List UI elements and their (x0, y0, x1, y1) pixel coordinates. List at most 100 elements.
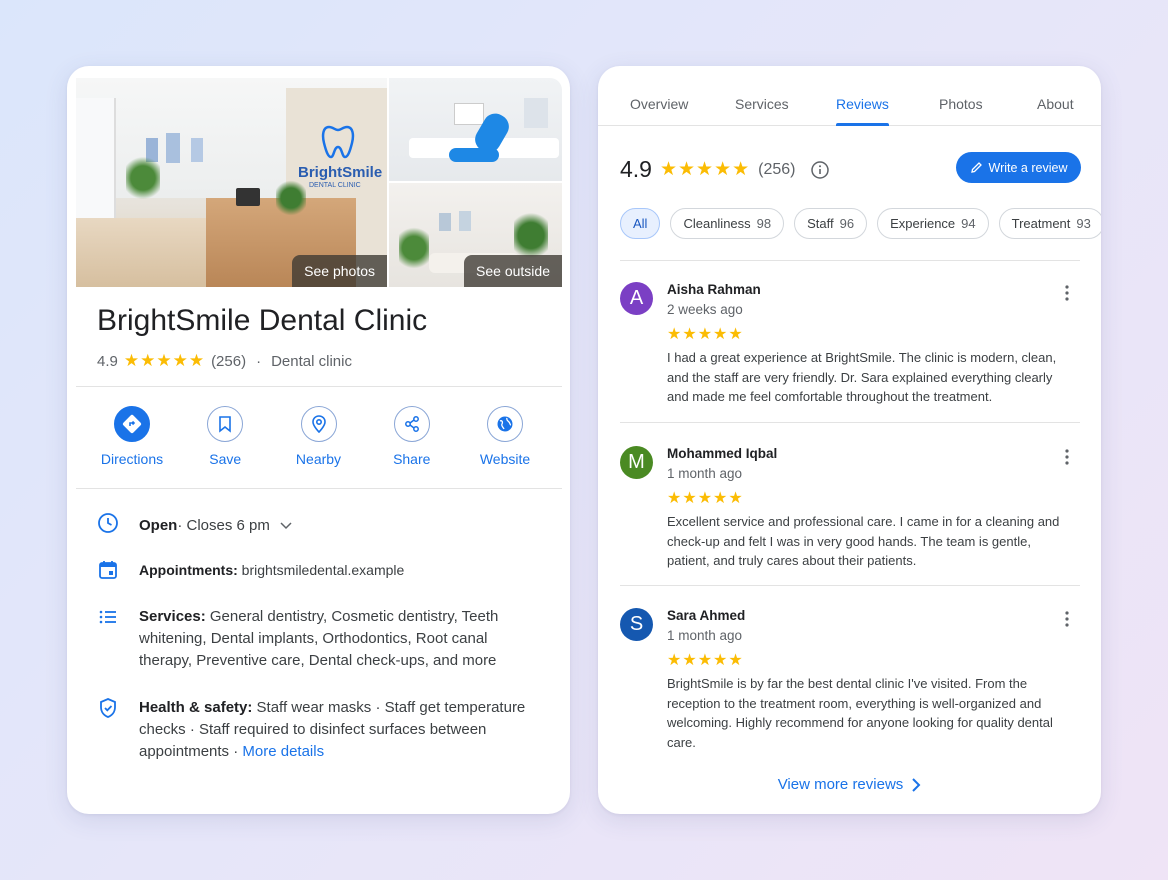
reviewer-name[interactable]: Mohammed Iqbal (667, 446, 777, 461)
review-text: Excellent service and professional care.… (667, 514, 1060, 568)
chip-label: Experience (890, 216, 956, 231)
calendar-icon (99, 561, 117, 579)
avatar[interactable]: M (620, 446, 653, 479)
review-count[interactable]: (256) (211, 353, 246, 370)
see-photos-button[interactable]: See photos (292, 255, 387, 287)
more-details-link[interactable]: More details (242, 743, 324, 760)
business-category[interactable]: Dental clinic (271, 353, 352, 370)
chip-label: All (633, 216, 648, 231)
website-label: Website (479, 451, 531, 467)
hours-row[interactable]: Open · Closes 6 pm (97, 512, 537, 539)
review-text: I had a great experience at BrightSmile.… (667, 350, 1057, 404)
tab-about[interactable]: About (1037, 96, 1074, 112)
chip-label: Staff (807, 216, 834, 231)
avatar[interactable]: A (620, 282, 653, 315)
nearby-button[interactable]: Nearby (274, 406, 364, 467)
reviews-count: (256) (758, 160, 796, 178)
chevron-down-icon[interactable] (280, 521, 292, 530)
chip-label: Cleanliness (683, 216, 751, 231)
reviewer-name[interactable]: Aisha Rahman (667, 282, 761, 297)
clock-icon (98, 513, 118, 533)
divider (76, 386, 562, 387)
chip-count: 98 (756, 216, 772, 231)
tooth-logo-icon (321, 125, 355, 159)
shield-check-icon (100, 698, 116, 718)
share-icon (404, 416, 419, 432)
review-stars: ★★★★★ (667, 490, 744, 507)
clinic-logo-subtext: DENTAL CLINIC (309, 182, 361, 189)
divider (620, 260, 1080, 261)
review-item: S Sara Ahmed 1 month ago ★★★★★ BrightSmi… (620, 608, 1080, 758)
separator: · (256, 352, 262, 370)
rating-value: 4.9 (97, 352, 118, 370)
review-stars: ★★★★★ (667, 326, 744, 343)
appointments-link[interactable]: brightsmiledental.example (238, 562, 405, 578)
chip-staff[interactable]: Staff 96 (794, 208, 868, 239)
reviews-summary: 4.9 ★★★★★ (256) (620, 156, 830, 183)
chip-count: 94 (961, 216, 976, 231)
chip-experience[interactable]: Experience 94 (877, 208, 989, 239)
pencil-icon (970, 162, 982, 173)
directions-button[interactable]: Directions (87, 406, 177, 467)
see-outside-button[interactable]: See outside (464, 255, 562, 287)
view-more-reviews-link[interactable]: View more reviews (598, 776, 1101, 793)
directions-icon (122, 414, 142, 434)
place-card: BrightSmile DENTAL CLINIC See photos See… (67, 66, 570, 814)
action-bar: Directions Save Nearby Share Website (87, 406, 550, 467)
divider (620, 422, 1080, 423)
tab-services[interactable]: Services (735, 96, 789, 112)
clinic-reception-photo[interactable]: BrightSmile DENTAL CLINIC See photos (76, 78, 387, 287)
treatment-room-photo[interactable] (389, 78, 562, 181)
write-review-label: Write a review (988, 160, 1068, 175)
health-safety-row: Health & safety: Staff wear masks · Staf… (97, 697, 537, 763)
write-review-button[interactable]: Write a review (956, 152, 1081, 183)
review-item: M Mohammed Iqbal 1 month ago ★★★★★ Excel… (620, 446, 1080, 586)
more-options-icon[interactable] (1060, 448, 1074, 466)
tab-reviews[interactable]: Reviews (836, 96, 889, 112)
review-time: 2 weeks ago (667, 302, 743, 317)
review-stars: ★★★★★ (667, 652, 744, 669)
tab-bar: Overview Services Reviews Photos About (598, 66, 1101, 126)
reviews-rating-stars: ★★★★★ (659, 159, 751, 180)
health-label: Health & safety: (139, 699, 253, 716)
bookmark-icon (219, 416, 232, 433)
hours-status: Open (139, 516, 178, 534)
business-name: BrightSmile Dental Clinic (97, 304, 428, 337)
review-filter-chips: All Cleanliness 98 Staff 96 Experience 94 T… (620, 208, 1101, 239)
share-button[interactable]: Share (367, 406, 457, 467)
review-text: BrightSmile is by far the best dental cl… (667, 676, 1053, 750)
appointments-row: Appointments: brightsmiledental.example (97, 559, 537, 586)
more-options-icon[interactable] (1060, 610, 1074, 628)
info-icon[interactable] (810, 160, 830, 180)
chip-count: 93 (1076, 216, 1091, 231)
reviewer-name[interactable]: Sara Ahmed (667, 608, 745, 623)
chip-treatment[interactable]: Treatment 93 (998, 208, 1101, 239)
save-label: Save (209, 451, 242, 467)
chip-label: Treatment (1011, 216, 1071, 231)
view-more-label: View more reviews (777, 776, 904, 793)
share-label: Share (393, 451, 431, 467)
directions-label: Directions (100, 451, 164, 467)
tab-overview[interactable]: Overview (630, 96, 688, 112)
save-button[interactable]: Save (180, 406, 270, 467)
reviews-card: Overview Services Reviews Photos About 4… (598, 66, 1101, 814)
reviews-rating-value: 4.9 (620, 156, 652, 182)
tab-photos[interactable]: Photos (939, 96, 983, 112)
more-options-icon[interactable] (1060, 284, 1074, 302)
hours-detail: · Closes 6 pm (177, 516, 270, 534)
nearby-label: Nearby (295, 451, 342, 467)
active-tab-indicator (836, 123, 889, 126)
website-button[interactable]: Website (460, 406, 550, 467)
avatar[interactable]: S (620, 608, 653, 641)
location-pin-icon (311, 415, 326, 433)
waiting-room-photo[interactable]: See outside (389, 183, 562, 287)
chip-cleanliness[interactable]: Cleanliness 98 (670, 208, 785, 239)
review-time: 1 month ago (667, 628, 743, 643)
clinic-logo-text: BrightSmile (298, 164, 383, 181)
chip-all[interactable]: All (620, 208, 661, 239)
appointments-label: Appointments: (139, 562, 238, 578)
chevron-right-icon (912, 777, 921, 792)
globe-icon (497, 416, 513, 432)
divider (76, 488, 562, 489)
list-icon (99, 610, 116, 624)
